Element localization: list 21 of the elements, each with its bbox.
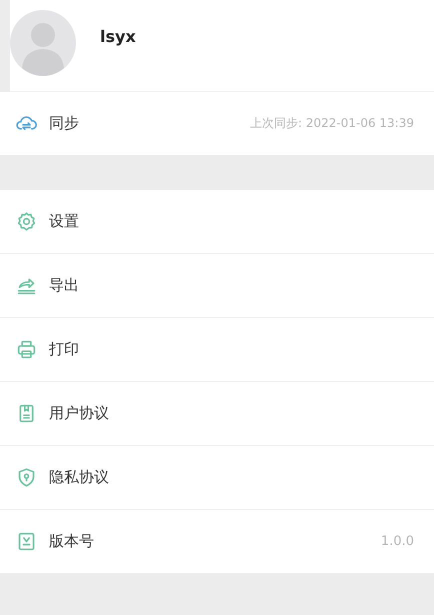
username: lsyx (100, 27, 136, 46)
menu-label: 隐私协议 (49, 468, 109, 487)
download-box-icon (16, 531, 37, 552)
shield-icon (16, 467, 37, 488)
sync-row[interactable]: 同步 上次同步: 2022-01-06 13:39 (0, 92, 434, 155)
menu-label: 导出 (49, 276, 79, 295)
menu-label: 用户协议 (49, 404, 109, 423)
menu-item[interactable]: 设置 (0, 190, 434, 254)
menu-item[interactable]: 版本号 1.0.0 (0, 510, 434, 574)
menu-label: 打印 (49, 340, 79, 359)
menu-item[interactable]: 隐私协议 (0, 446, 434, 510)
version-number: 1.0.0 (380, 534, 414, 549)
sync-label: 同步 (49, 114, 79, 133)
menu-item[interactable]: 用户协议 (0, 382, 434, 446)
gear-icon (16, 211, 37, 232)
menu-item[interactable]: 导出 (0, 254, 434, 318)
menu-label: 版本号 (49, 532, 94, 551)
last-sync-time: 上次同步: 2022-01-06 13:39 (250, 115, 414, 132)
printer-icon (16, 339, 37, 360)
menu-label: 设置 (49, 212, 79, 231)
menu-item[interactable]: 打印 (0, 318, 434, 382)
